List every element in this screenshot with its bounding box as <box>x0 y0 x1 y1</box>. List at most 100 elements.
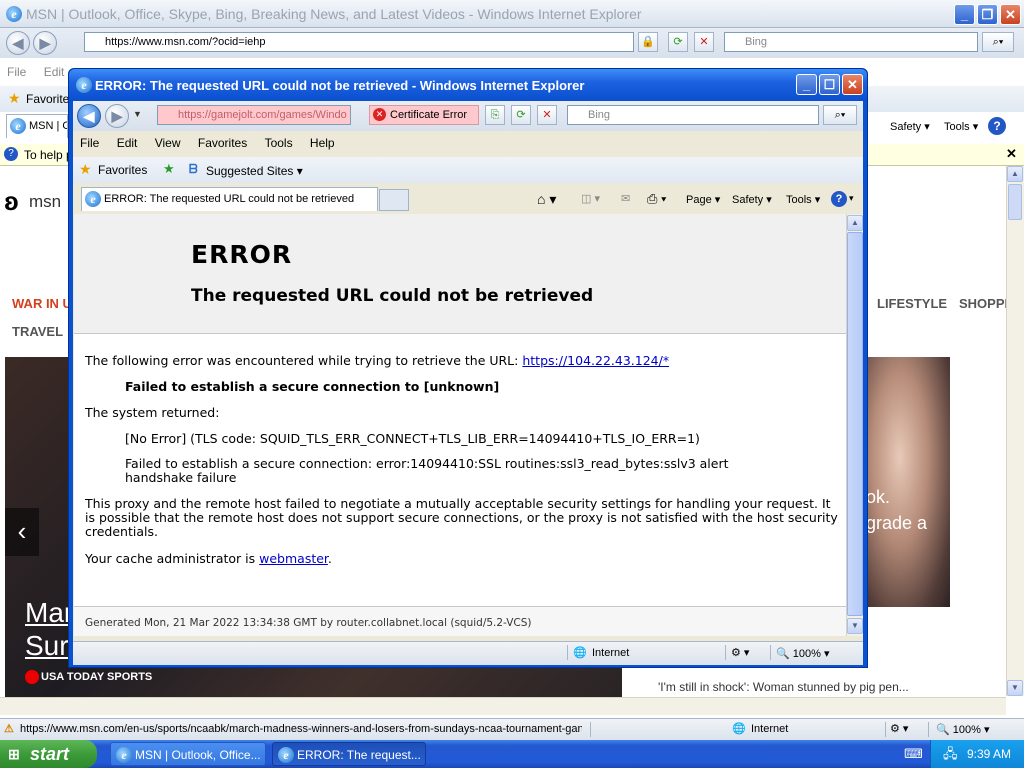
ie-icon: e <box>6 6 22 22</box>
nav-war-in-ukraine[interactable]: WAR IN U <box>12 296 72 311</box>
nav-travel[interactable]: TRAVEL <box>12 324 63 339</box>
start-button[interactable]: ⊞ start <box>0 740 97 768</box>
main-search-input[interactable]: Bing <box>724 32 978 52</box>
main-safety-menu[interactable]: Safety ▾ <box>890 120 930 133</box>
bottom-story-link[interactable]: 'I'm still in shock': Woman stunned by p… <box>658 680 909 694</box>
side-story-headline[interactable]: ok. grade a <box>866 484 927 536</box>
error-header: ERROR The requested URL could not be ret… <box>74 214 846 334</box>
compatibility-view-icon[interactable]: ⎘ <box>485 105 505 125</box>
error-heading: ERROR <box>191 240 293 269</box>
add-favorites-icon[interactable]: ★ <box>163 161 175 177</box>
keyboard-icon[interactable]: ⌨ <box>904 746 923 762</box>
new-tab-button[interactable] <box>379 189 409 211</box>
zoom-level[interactable]: 🔍 100% ▾ <box>936 723 989 736</box>
close-button[interactable]: ✕ <box>1000 4 1021 25</box>
popup-maximize-button[interactable]: ☐ <box>819 74 840 95</box>
popup-back-button[interactable]: ◀ <box>77 104 101 128</box>
feeds-icon[interactable]: ◫ ▾ <box>581 192 600 205</box>
popup-search-icon[interactable]: ⌕▾ <box>823 105 857 125</box>
popup-menu-view[interactable]: View <box>148 133 188 153</box>
nav-shopping[interactable]: SHOPPI <box>959 296 1008 311</box>
carousel-prev-button[interactable]: ‹ <box>5 508 39 556</box>
msn-logo[interactable]: msn <box>29 192 61 212</box>
help-dropdown-icon[interactable]: ▾ <box>849 193 854 204</box>
clock[interactable]: 9:39 AM <box>967 740 1011 768</box>
main-title-bar: e MSN | Outlook, Office, Skype, Bing, Br… <box>0 0 1024 28</box>
popup-window-title: ERROR: The requested URL could not be re… <box>95 78 585 93</box>
webmaster-link[interactable]: webmaster <box>259 551 328 566</box>
taskbar-item-msn-label: MSN | Outlook, Office... <box>135 748 261 762</box>
popup-menu-tools[interactable]: Tools <box>258 133 300 153</box>
scroll-down-arrow[interactable]: ▼ <box>1007 680 1023 696</box>
menu-file[interactable]: File <box>0 62 33 82</box>
lock-icon[interactable]: 🔒 <box>638 32 658 52</box>
main-tools-menu[interactable]: Tools ▾ <box>944 120 978 133</box>
main-vertical-scrollbar[interactable]: ▲ ▼ <box>1006 166 1024 696</box>
popup-tab-ie-icon: e <box>85 191 101 207</box>
usa-today-dot-icon <box>25 670 39 684</box>
popup-scroll-thumb[interactable] <box>847 232 863 616</box>
nav-lifestyle[interactable]: LIFESTYLE <box>877 296 947 311</box>
popup-minimize-button[interactable]: _ <box>796 74 817 95</box>
home-icon[interactable]: ⌂ ▾ <box>537 191 556 208</box>
read-mail-icon[interactable]: ✉ <box>621 192 630 205</box>
certificate-error-label: Certificate Error <box>390 109 468 121</box>
popup-forward-button[interactable]: ▶ <box>105 104 129 128</box>
popup-scroll-down-arrow[interactable]: ▼ <box>847 618 863 634</box>
help-icon[interactable]: ? <box>988 117 1006 135</box>
popup-title-bar: e ERROR: The requested URL could not be … <box>69 69 867 101</box>
maximize-button[interactable]: ❐ <box>977 4 998 25</box>
recent-pages-dropdown-icon[interactable]: ▼ <box>133 109 142 119</box>
popup-stop-icon[interactable]: ✕ <box>537 105 557 125</box>
taskbar-item-msn[interactable]: e MSN | Outlook, Office... <box>110 742 266 766</box>
popup-address-bar[interactable]: https://gamejolt.com/games/Windo <box>157 105 351 125</box>
popup-favorites-button[interactable]: Favorites <box>98 163 147 177</box>
popup-menu-edit[interactable]: Edit <box>110 133 145 153</box>
suggested-sites-button[interactable]: Suggested Sites ▾ <box>206 164 303 178</box>
popup-refresh-icon[interactable]: ⟳ <box>511 105 531 125</box>
network-icon[interactable]: 🖧 <box>943 740 958 768</box>
taskbar-item-error[interactable]: e ERROR: The request... <box>272 742 426 766</box>
popup-menu-help[interactable]: Help <box>303 133 342 153</box>
popup-menu-favorites[interactable]: Favorites <box>191 133 254 153</box>
failed-url-link[interactable]: https://104.22.43.124/* <box>522 353 669 368</box>
main-address-bar[interactable]: https://www.msn.com/?ocid=iehp <box>84 32 634 52</box>
popup-vertical-scrollbar[interactable]: ▲ ▼ <box>846 214 863 636</box>
popup-close-button[interactable]: ✕ <box>842 74 863 95</box>
popup-protected-mode-icon[interactable]: ⚙ ▾ <box>731 646 749 659</box>
popup-zoom-level[interactable]: 🔍 100% ▾ <box>776 647 829 660</box>
search-icon[interactable]: ⌕▾ <box>982 32 1014 52</box>
page-menu[interactable]: Page ▾ <box>686 193 720 206</box>
status-url: https://www.msn.com/en-us/sports/ncaabk/… <box>20 723 582 735</box>
scroll-up-arrow[interactable]: ▲ <box>1007 166 1023 182</box>
protected-mode-icon[interactable]: ⚙ ▾ <box>890 722 908 735</box>
error-subheading: The requested URL could not be retrieved <box>191 286 594 306</box>
popup-scroll-up-arrow[interactable]: ▲ <box>847 215 863 231</box>
side-story-image[interactable] <box>866 357 950 607</box>
refresh-icon[interactable]: ⟳ <box>668 32 688 52</box>
scroll-thumb[interactable] <box>1008 184 1022 220</box>
main-nav-bar: ◀ ▶ https://www.msn.com/?ocid=iehp 🔒 ⟳ ✕… <box>0 28 1024 58</box>
main-tab[interactable]: e MSN | O <box>6 114 68 138</box>
info-bar-close-icon[interactable]: ✕ <box>1006 146 1017 162</box>
windows-logo-icon: ⊞ <box>8 746 20 762</box>
popup-menu-file[interactable]: File <box>73 133 106 153</box>
system-returned-label: The system returned: <box>85 405 220 420</box>
ie-tab-icon: e <box>10 118 26 134</box>
main-horizontal-scrollbar[interactable] <box>0 697 1006 715</box>
back-button[interactable]: ◀ <box>6 31 30 55</box>
minimize-button[interactable]: _ <box>954 4 975 25</box>
menu-edit[interactable]: Edit <box>37 62 72 82</box>
error-page: ERROR The requested URL could not be ret… <box>74 214 846 636</box>
popup-search-input[interactable]: Bing <box>567 105 819 125</box>
failed-connection-message: Failed to establish a secure connection … <box>125 379 500 394</box>
popup-help-icon[interactable]: ? <box>831 191 847 207</box>
safety-menu[interactable]: Safety ▾ <box>732 193 772 206</box>
stop-icon[interactable]: ✕ <box>694 32 714 52</box>
tools-menu[interactable]: Tools ▾ <box>786 193 820 206</box>
popup-active-tab[interactable]: e ERROR: The requested URL could not be … <box>81 187 378 211</box>
forward-button[interactable]: ▶ <box>33 31 57 55</box>
print-icon[interactable]: ⎙ ▾ <box>647 191 666 207</box>
favorites-star-icon: ★ <box>8 90 21 106</box>
certificate-error-button[interactable]: ✕ Certificate Error <box>369 105 479 125</box>
